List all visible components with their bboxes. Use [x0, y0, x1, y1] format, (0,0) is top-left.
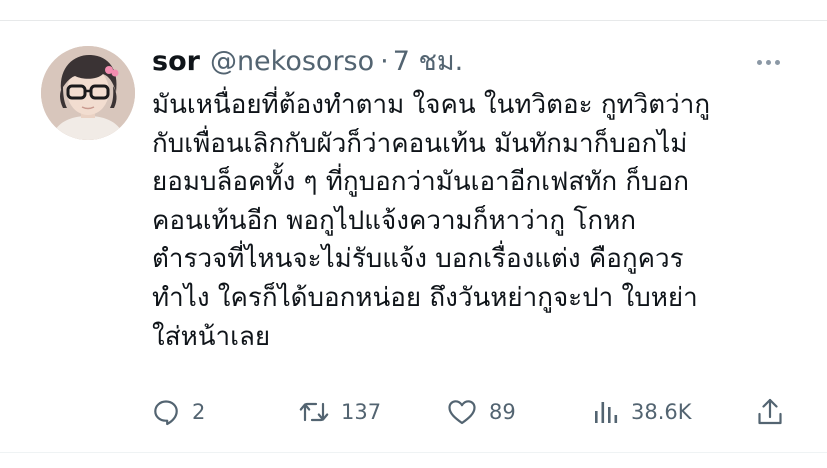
- like-button[interactable]: 89: [447, 394, 516, 430]
- more-dot: [765, 59, 771, 65]
- more-options-icon[interactable]: [750, 48, 786, 76]
- bottom-divider: [0, 452, 827, 453]
- views-button[interactable]: 38.6K: [593, 394, 692, 430]
- tweet-text-line: ทำไง ใครก็ได้บอกหน่อย ถึงวันหย่ากูจะปา ใ…: [152, 282, 698, 313]
- separator-dot: ·: [380, 46, 389, 77]
- tweet-text-line: ใส่หน้าเลย: [152, 321, 271, 352]
- tweet-page: sor @nekosorso · 7 ชม. มันเหนื่อยที่ต้อง…: [0, 0, 827, 468]
- more-dot: [774, 59, 780, 65]
- reply-button[interactable]: 2: [152, 394, 205, 430]
- user-handle[interactable]: @nekosorso: [210, 42, 374, 82]
- post-time[interactable]: 7 ชม.: [393, 42, 463, 82]
- views-count: 38.6K: [631, 400, 692, 424]
- like-count: 89: [489, 400, 516, 424]
- tweet-text-line: มันเหนื่อยที่ต้องทำตาม ใจคน ในทวิตอะ กูท…: [152, 90, 711, 120]
- top-divider: [0, 20, 827, 21]
- display-name[interactable]: sor: [152, 42, 200, 82]
- tweet-text: มันเหนื่อยที่ต้องทำตาม ใจคน ในทวิตอะ กูท…: [152, 86, 802, 356]
- tweet-text-line: คอนเท้นอีก พอกูไปแจ้งความก็หาว่ากู โกหก: [152, 205, 636, 236]
- retweet-icon: [299, 402, 329, 422]
- action-bar: 2 137 89 38.6K: [152, 394, 792, 430]
- tweet-text-line: ยอมบล็อคทั้ง ๆ ที่กูบอกว่ามันเอาอีกเฟสทั…: [152, 167, 689, 198]
- reply-icon: [154, 400, 178, 426]
- avatar-image: [41, 46, 135, 140]
- retweet-count: 137: [341, 400, 382, 424]
- heart-icon: [448, 400, 476, 425]
- share-button[interactable]: [756, 394, 784, 430]
- more-dot: [756, 59, 762, 65]
- tweet-text-line: กับเพื่อนเลิกกับผัวก็ว่าคอนเท้น มันทักมา…: [152, 128, 688, 159]
- views-icon: [595, 402, 618, 423]
- tweet-text-line: ตำรวจที่ไหนจะไม่รับแจ้ง บอกเรื่องแต่ง คื…: [152, 244, 684, 275]
- retweet-button[interactable]: 137: [299, 394, 381, 430]
- tweet-header: sor @nekosorso · 7 ชม.: [152, 42, 463, 82]
- avatar[interactable]: [41, 46, 135, 140]
- reply-count: 2: [192, 400, 206, 424]
- share-icon: [758, 398, 782, 425]
